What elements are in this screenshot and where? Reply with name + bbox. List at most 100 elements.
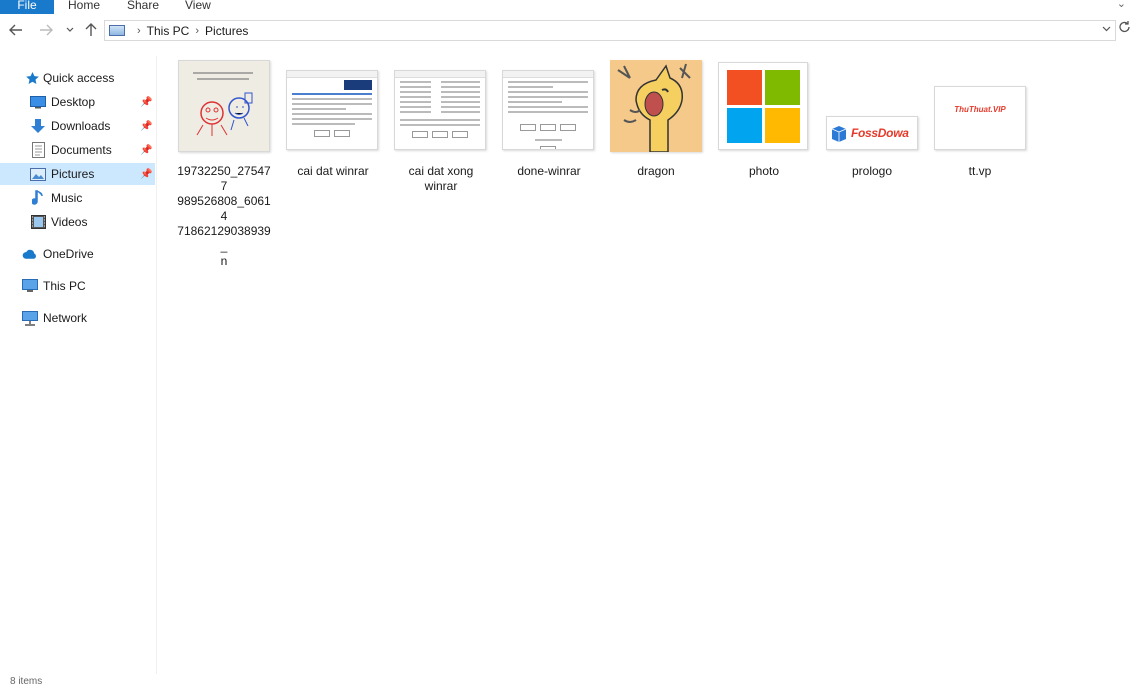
file-name: done-winrar [499,164,599,179]
file-item[interactable]: cai dat winrar [283,58,383,188]
file-name: tt.vp [930,164,1030,179]
location-icon [109,25,125,36]
sidebar-item-downloads[interactable]: Downloads 📌 [0,115,155,137]
refresh-icon[interactable] [1119,20,1131,36]
logo-tile [727,70,762,105]
sidebar-item-label: Desktop [51,95,96,109]
navigation-pane: Quick access Desktop 📌 Downloads 📌 Docum… [0,56,157,674]
file-name-line: n [220,254,228,268]
sidebar-item-onedrive[interactable]: OneDrive [0,243,155,265]
file-name-line: 19732250_275477 [177,164,271,193]
sidebar-item-label: Videos [51,215,88,229]
file-name-line: photo [748,164,780,178]
file-name: photo [714,164,814,179]
breadcrumb-separator-icon[interactable]: › [195,25,199,37]
ribbon: File Home Share View ⌄ [0,0,1134,14]
sidebar-item-label: Network [43,311,88,325]
sidebar-item-label: Pictures [51,167,95,181]
box-icon [831,126,847,142]
sidebar-item-network[interactable]: Network [0,307,155,329]
file-item[interactable]: done-winrar [499,58,599,188]
sidebar-item-label: Documents [51,143,112,157]
file-name-line: 71862129038939_ [177,224,271,253]
file-thumbnail [178,60,270,152]
network-icon [22,310,38,326]
address-dropdown-icon[interactable] [1102,24,1111,35]
sidebar-item-label: OneDrive [43,247,94,261]
desktop-icon [30,94,46,110]
file-item[interactable]: 19732250_275477 989526808_60614 71862129… [174,58,274,268]
file-thumbnail [610,60,702,152]
logo-tile [765,70,800,105]
videos-icon [30,214,46,230]
sidebar-item-label: Downloads [51,119,111,133]
pin-icon[interactable]: 📌 [140,145,152,156]
pin-icon[interactable]: 📌 [140,169,152,180]
file-name: cai dat winrar [283,164,383,179]
file-item[interactable]: ThuThuat.VIP tt.vp [930,58,1030,188]
file-thumbnail: ThuThuat.VIP [934,86,1026,150]
file-item[interactable]: cai dat xong winrar [391,58,491,193]
tab-home[interactable]: Home [68,0,100,14]
address-bar[interactable]: › This PC › Pictures [104,20,1116,41]
recent-locations-button[interactable] [60,20,80,40]
sidebar-item-videos[interactable]: Videos [0,211,155,233]
file-name-line: winrar [424,179,458,193]
back-button[interactable] [6,20,26,40]
breadcrumb-this-pc[interactable]: This PC [147,24,190,38]
download-icon [30,118,46,134]
sidebar-item-documents[interactable]: Documents 📌 [0,139,155,161]
file-thumbnail: FossDowa [826,116,918,150]
music-icon [30,190,46,206]
breadcrumb-pictures[interactable]: Pictures [205,24,248,38]
file-thumbnail [394,70,486,150]
sidebar-item-label: Quick access [43,71,115,85]
file-name-line: cai dat winrar [297,164,369,178]
file-name-line: dragon [637,164,675,178]
arrow-up-icon [85,23,97,36]
pin-icon[interactable]: 📌 [140,97,152,108]
sidebar-item-this-pc[interactable]: This PC [0,275,155,297]
documents-icon [30,142,46,158]
sidebar-item-pictures[interactable]: Pictures 📌 [0,163,155,185]
tab-share[interactable]: Share [127,0,159,14]
chevron-down-icon [66,27,74,32]
pictures-icon [30,166,46,182]
computer-icon [22,278,38,294]
status-bar-text: 8 items [10,676,43,687]
file-list: 19732250_275477 989526808_60614 71862129… [157,48,1134,674]
file-thumbnail [718,62,808,150]
cloud-icon [22,246,38,262]
file-name: prologo [822,164,922,179]
file-name-line: prologo [851,164,893,178]
chevron-down-icon[interactable]: ⌄ [1117,0,1126,10]
navigation-bar: › This PC › Pictures [0,14,1134,48]
breadcrumb-separator-icon[interactable]: › [137,25,141,37]
file-name: cai dat xong winrar [391,164,491,194]
forward-button[interactable] [36,20,56,40]
file-name-line: cai dat xong [408,164,474,178]
file-name: dragon [606,164,706,179]
sidebar-item-quick-access[interactable]: Quick access [0,67,155,89]
file-item[interactable]: photo [714,58,814,188]
pin-icon[interactable]: 📌 [140,121,152,132]
sidebar-item-label: This PC [43,279,86,293]
arrow-right-icon [40,24,53,36]
sidebar-item-music[interactable]: Music [0,187,155,209]
file-name-line: tt.vp [968,164,992,178]
file-item[interactable]: FossDowa prologo [822,58,922,188]
file-thumbnail [502,70,594,150]
logo-text: FossDowa [851,126,909,140]
file-thumbnail [286,70,378,150]
file-item[interactable]: dragon [606,58,706,188]
star-icon [24,70,40,86]
file-name: 19732250_275477 989526808_60614 71862129… [174,164,274,269]
logo-tile [727,108,762,143]
arrow-left-icon [9,24,22,36]
tab-file[interactable]: File [0,0,54,14]
up-button[interactable] [81,20,101,40]
sidebar-item-desktop[interactable]: Desktop 📌 [0,91,155,113]
tab-view[interactable]: View [185,0,211,14]
file-name-line: done-winrar [517,164,581,178]
sidebar-item-label: Music [51,191,83,205]
